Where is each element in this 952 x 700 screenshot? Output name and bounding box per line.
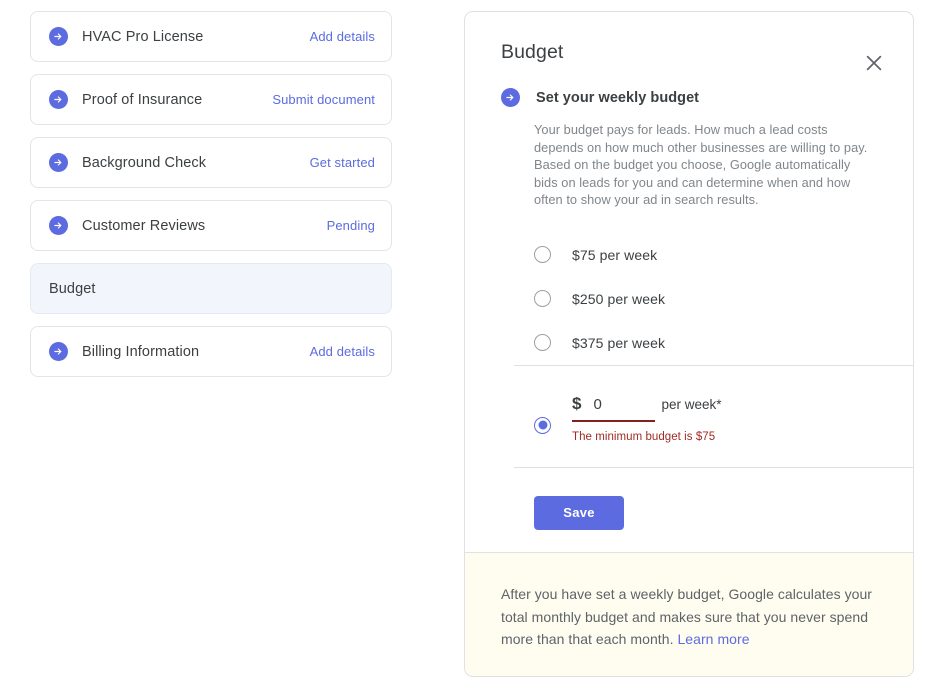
checklist-item-action[interactable]: Submit document	[272, 92, 375, 107]
arrow-right-circle-icon	[49, 216, 68, 235]
checklist-item-label: Customer Reviews	[82, 217, 206, 234]
checklist-item-proof-of-insurance[interactable]: Proof of Insurance Submit document	[30, 74, 392, 125]
close-icon[interactable]	[861, 50, 887, 76]
custom-budget-fields: $ per week* The minimum budget is $75	[572, 394, 722, 443]
checklist-item-label: HVAC Pro License	[82, 28, 204, 45]
checklist-item-label: Background Check	[82, 154, 207, 171]
budget-option-375[interactable]: $375 per week	[534, 321, 913, 365]
arrow-right-circle-icon	[49, 90, 68, 109]
radio-icon[interactable]	[534, 334, 551, 351]
budget-dialog: Budget Set your weekly budget Your budge…	[464, 11, 914, 677]
per-week-suffix: per week*	[661, 396, 722, 412]
radio-icon[interactable]	[534, 246, 551, 263]
checklist-item-label: Budget	[49, 280, 96, 297]
save-button[interactable]: Save	[534, 495, 624, 530]
radio-icon-selected[interactable]	[534, 416, 551, 434]
checklist-item-hvac-pro-license[interactable]: HVAC Pro License Add details	[30, 11, 392, 62]
arrow-right-circle-icon	[49, 342, 68, 361]
budget-option-label: $375 per week	[572, 334, 666, 351]
checklist-item-action[interactable]: Get started	[310, 155, 375, 170]
budget-option-label: $75 per week	[572, 246, 658, 263]
currency-symbol: $	[572, 393, 582, 413]
checklist-item-label: Proof of Insurance	[82, 91, 203, 108]
budget-dialog-header: Budget	[465, 12, 913, 71]
checklist-item-budget[interactable]: Budget	[30, 263, 392, 314]
checklist-item-action[interactable]: Add details	[310, 344, 375, 359]
budget-option-250[interactable]: $250 per week	[534, 277, 913, 321]
checklist-item-background-check[interactable]: Background Check Get started	[30, 137, 392, 188]
weekly-budget-section-header: Set your weekly budget	[465, 58, 913, 107]
budget-dialog-body: Budget Set your weekly budget Your budge…	[465, 12, 913, 552]
checklist-item-label: Billing Information	[82, 343, 200, 360]
section-heading: Set your weekly budget	[536, 89, 700, 106]
footer-note: After you have set a weekly budget, Goog…	[501, 583, 877, 651]
checklist-item-action[interactable]: Add details	[310, 29, 375, 44]
budget-option-label: $250 per week	[572, 290, 666, 307]
section-description: Your budget pays for leads. How much a l…	[534, 122, 868, 207]
custom-amount-line: $ per week*	[572, 394, 722, 414]
budget-options-group: $75 per week $250 per week $375 per week	[534, 233, 913, 365]
custom-amount-underline	[572, 419, 655, 422]
checklist-item-customer-reviews[interactable]: Customer Reviews Pending	[30, 200, 392, 251]
learn-more-link[interactable]: Learn more	[677, 631, 749, 647]
custom-budget-option[interactable]: $ per week* The minimum budget is $75	[465, 366, 913, 443]
checklist-item-billing-information[interactable]: Billing Information Add details	[30, 326, 392, 377]
budget-dialog-footer: After you have set a weekly budget, Goog…	[465, 552, 913, 676]
onboarding-checklist: HVAC Pro License Add details Proof of In…	[30, 11, 392, 389]
arrow-right-circle-icon	[49, 153, 68, 172]
page-title: Budget	[501, 41, 564, 63]
arrow-right-circle-icon	[501, 88, 520, 107]
dialog-actions: Save	[465, 468, 913, 530]
budget-option-75[interactable]: $75 per week	[534, 233, 913, 277]
minimum-budget-error: The minimum budget is $75	[572, 430, 716, 443]
checklist-item-status: Pending	[326, 218, 375, 233]
custom-amount-input[interactable]	[593, 395, 656, 413]
arrow-right-circle-icon	[49, 27, 68, 46]
radio-icon[interactable]	[534, 290, 551, 307]
